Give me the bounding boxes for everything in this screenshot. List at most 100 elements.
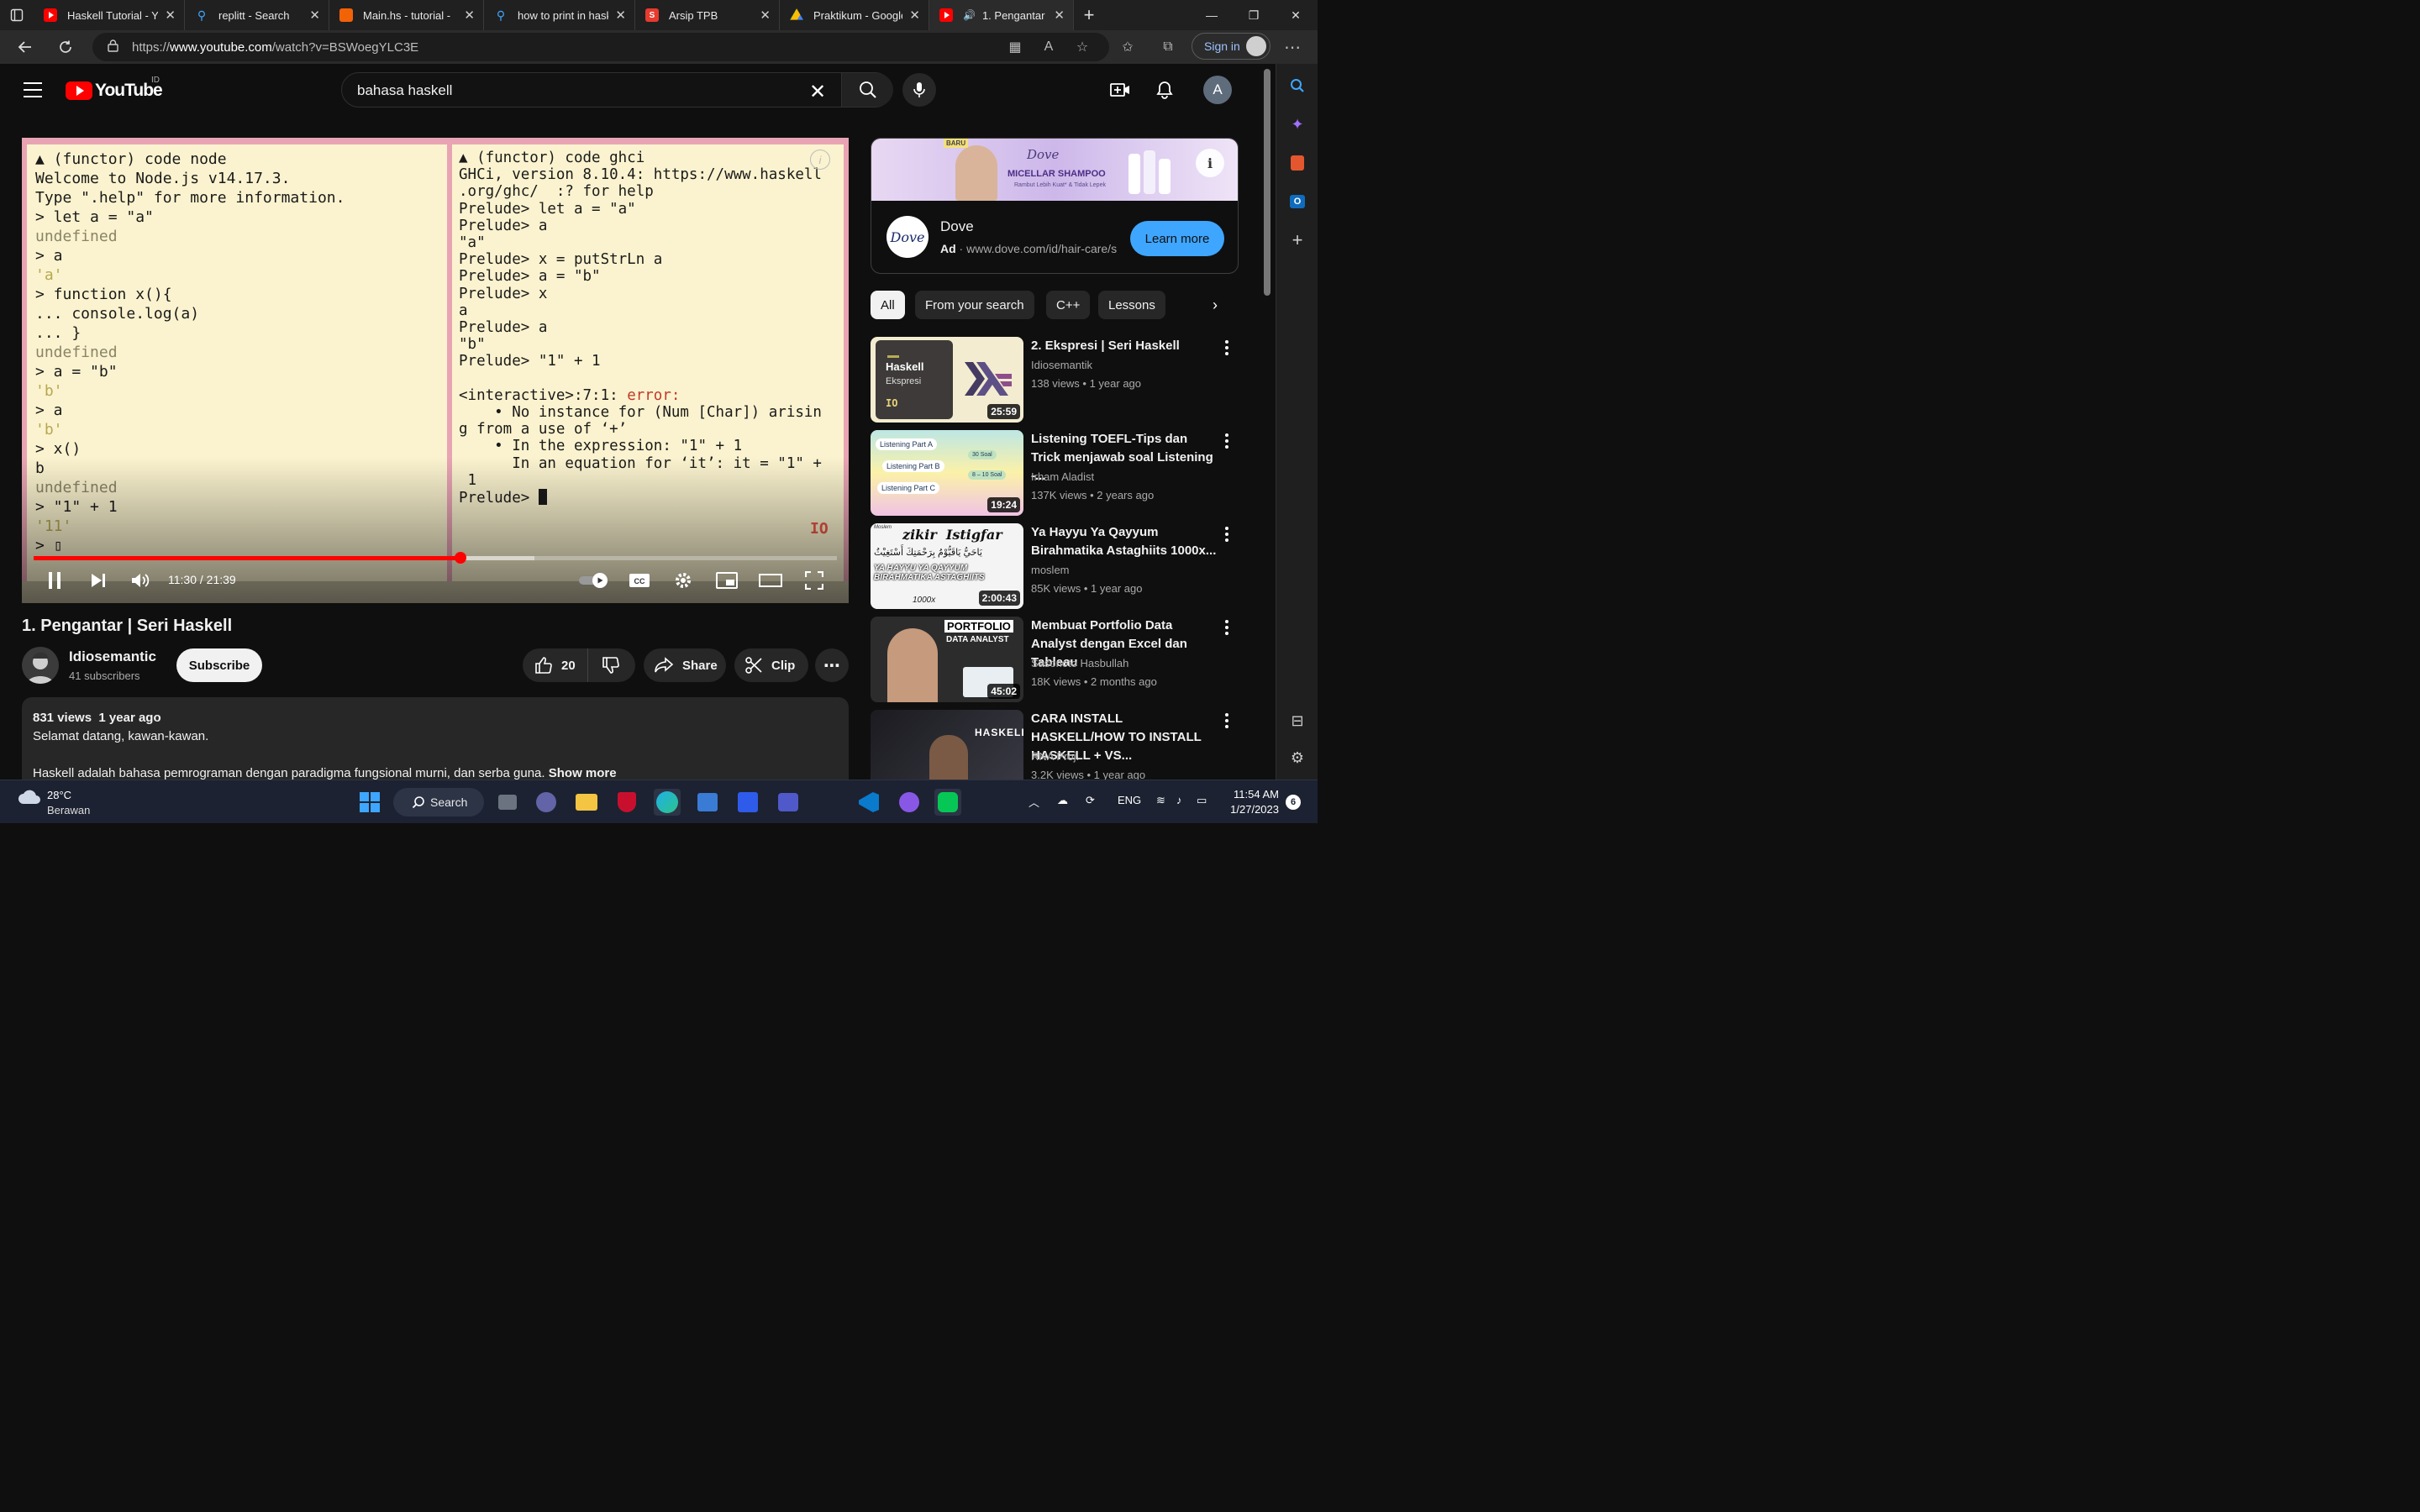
more-actions-button[interactable]: ⋯ [815, 648, 849, 682]
chat-icon[interactable] [533, 789, 560, 816]
browser-tab[interactable]: S Arsip TPB ✕ [635, 0, 780, 30]
video-thumbnail[interactable]: PORTFOLIO DATA ANALYST 45:02 [871, 617, 1023, 702]
wifi-icon[interactable]: ≋ [1156, 794, 1165, 807]
refresh-button[interactable] [49, 30, 82, 64]
share-button[interactable]: Share [644, 648, 726, 682]
browser-tab[interactable]: 🔊 1. Pengantar | ✕ [929, 0, 1074, 30]
taskbar-search[interactable]: Search [393, 788, 484, 816]
video-thumbnail[interactable]: Haskell Ekspresi IO 25:59 [871, 337, 1023, 423]
settings-button[interactable] [671, 568, 696, 593]
close-tab-icon[interactable]: ✕ [1054, 8, 1065, 23]
search-box[interactable]: bahasa haskell ✕ [341, 72, 893, 108]
search-button[interactable] [841, 73, 893, 107]
add-favorite-icon[interactable]: ☆ [1072, 37, 1092, 57]
account-avatar[interactable]: A [1203, 76, 1232, 104]
video-thumbnail[interactable]: Moslem zikir Istigfar يَاحَيُّ يَاقَيُّوْم… [871, 523, 1023, 609]
channel-name[interactable]: Idiosemantic [69, 648, 156, 665]
browser-tab[interactable]: Main.hs - tutorial - ✕ [329, 0, 484, 30]
channel-avatar[interactable] [22, 647, 59, 684]
tab-actions-button[interactable] [0, 0, 34, 30]
recommended-channel-name[interactable]: Irham Aladist [1031, 470, 1094, 483]
next-button[interactable] [86, 568, 111, 593]
more-options-icon[interactable] [1222, 432, 1232, 450]
show-more-button[interactable]: Show more [549, 766, 617, 780]
description-box[interactable]: 831 views 1 year ago Selamat datang, kaw… [22, 697, 849, 790]
browser-tab[interactable]: Haskell Tutorial - Yo ✕ [34, 0, 185, 30]
recommended-channel-name[interactable]: moslem [1031, 564, 1070, 576]
weather-widget[interactable]: 28°C Berawan [17, 787, 90, 816]
sync-icon[interactable]: ⟳ [1086, 794, 1095, 807]
teams-icon[interactable] [775, 789, 802, 816]
edge-browser-icon[interactable] [654, 789, 681, 816]
app-icon[interactable] [734, 789, 761, 816]
video-player[interactable]: ▲ (functor) code node Welcome to Node.js … [22, 138, 849, 603]
learn-more-button[interactable]: Learn more [1130, 221, 1224, 256]
line-app-icon[interactable] [934, 789, 961, 816]
settings-more-icon[interactable]: ⋯ [1282, 37, 1302, 57]
browser-tab[interactable]: ⚲ replitt - Search ✕ [185, 0, 329, 30]
task-view-icon[interactable] [494, 789, 521, 816]
recommended-video[interactable]: Listening Part A Listening Part B Listenin… [871, 430, 1265, 517]
autoplay-toggle[interactable] [576, 568, 612, 593]
ad-card[interactable]: BARU Dove MICELLAR SHAMPOO Rambut Lebih … [871, 138, 1239, 274]
language-indicator[interactable]: ENG [1118, 794, 1141, 806]
outlook-icon[interactable]: O [1287, 192, 1307, 212]
back-button[interactable] [8, 30, 42, 64]
add-sidebar-app-icon[interactable]: + [1287, 229, 1307, 250]
tray-overflow-icon[interactable]: ︿ [1028, 794, 1039, 810]
voice-search-button[interactable] [902, 73, 936, 107]
restore-button[interactable]: ❐ [1234, 0, 1274, 30]
recommended-video-title[interactable]: 2. Ekspresi | Seri Haskell [1031, 337, 1218, 355]
video-thumbnail[interactable]: Listening Part A Listening Part B Listenin… [871, 430, 1023, 516]
create-video-icon[interactable] [1109, 79, 1131, 101]
mcafee-icon[interactable] [613, 789, 640, 816]
fullscreen-button[interactable] [802, 568, 827, 593]
notification-count[interactable]: 6 [1286, 795, 1301, 810]
vscode-icon[interactable] [855, 789, 882, 816]
office-icon[interactable] [1287, 153, 1307, 173]
search-icon[interactable] [1287, 76, 1307, 96]
menu-icon[interactable] [24, 82, 42, 97]
more-options-icon[interactable] [1222, 525, 1232, 543]
notifications-bell-icon[interactable] [1154, 79, 1176, 101]
dislike-button[interactable] [588, 648, 634, 682]
browser-tab[interactable]: ⚲ how to print in hask ✕ [484, 0, 635, 30]
close-tab-icon[interactable]: ✕ [464, 8, 475, 23]
close-tab-icon[interactable]: ✕ [165, 8, 176, 23]
system-clock[interactable]: 11:54 AM 1/27/2023 [1228, 787, 1279, 817]
ad-banner[interactable]: BARU Dove MICELLAR SHAMPOO Rambut Lebih … [871, 139, 1238, 201]
recommended-channel-name[interactable]: Sasonoto Hasbullah [1031, 657, 1128, 669]
scrollbar-thumb[interactable] [1264, 69, 1270, 296]
ad-info-icon[interactable]: i [1196, 149, 1224, 177]
start-button[interactable] [356, 789, 383, 816]
close-tab-icon[interactable]: ✕ [615, 8, 626, 23]
tab-audio-icon[interactable]: 🔊 [963, 9, 976, 21]
clear-search-icon[interactable]: ✕ [809, 80, 826, 104]
search-input[interactable]: bahasa haskell [357, 82, 452, 99]
miniplayer-button[interactable] [714, 568, 739, 593]
youtube-logo[interactable]: YouTube ID [66, 76, 163, 101]
filter-chip[interactable]: Lessons [1098, 291, 1165, 319]
more-options-icon[interactable] [1222, 339, 1232, 357]
subscribe-button[interactable]: Subscribe [176, 648, 262, 682]
speaker-icon[interactable]: ♪ [1176, 794, 1182, 806]
recommended-video[interactable]: Haskell Ekspresi IO 25:59 2. Ekspresi | Seri… [871, 337, 1265, 424]
close-tab-icon[interactable]: ✕ [760, 8, 771, 23]
app-available-icon[interactable]: ▦ [1005, 37, 1025, 57]
close-window-button[interactable]: ✕ [1276, 0, 1316, 30]
github-desktop-icon[interactable] [896, 789, 923, 816]
address-field[interactable]: https://www.youtube.com/watch?v=BSWoegYL… [92, 33, 1109, 61]
volume-button[interactable] [128, 568, 153, 593]
hide-sidebar-icon[interactable]: ⊟ [1287, 711, 1307, 731]
more-options-icon[interactable] [1222, 711, 1232, 730]
collections-icon[interactable]: ⧉ [1158, 37, 1178, 57]
clip-button[interactable]: Clip [734, 648, 808, 682]
browser-tab[interactable]: Praktikum - Google ✕ [780, 0, 929, 30]
scrubber-handle[interactable] [454, 552, 466, 564]
new-tab-button[interactable]: + [1074, 0, 1104, 30]
microsoft-store-icon[interactable] [694, 789, 721, 816]
theater-mode-button[interactable] [758, 568, 783, 593]
recommended-channel-name[interactable]: RNA Proj. [1031, 750, 1079, 763]
sign-in-button[interactable]: Sign in [1192, 33, 1270, 60]
sidebar-settings-icon[interactable]: ⚙ [1287, 748, 1307, 768]
